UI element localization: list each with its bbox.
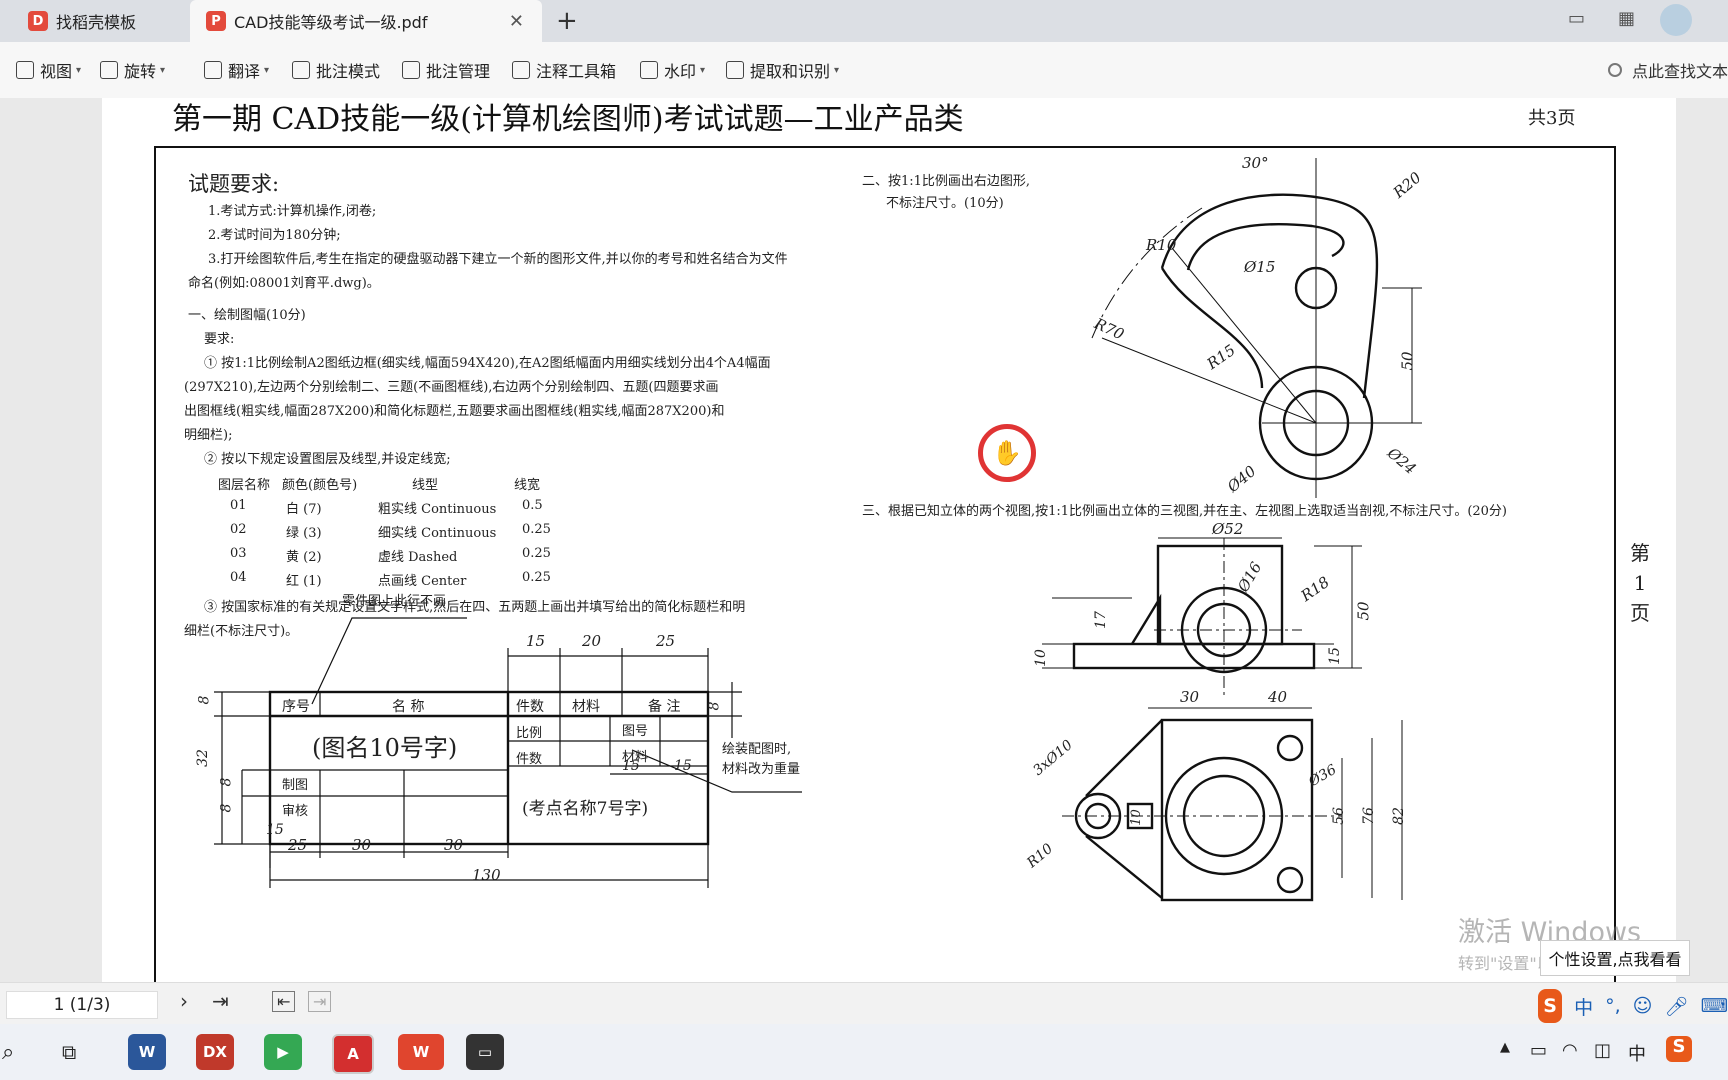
toolbar-label: 批注模式 <box>316 62 381 81</box>
tab-docer[interactable]: D 找稻壳模板 <box>0 0 190 42</box>
dim-label: 10 <box>1032 649 1049 667</box>
search-text-button[interactable]: 点此查找文本 <box>1607 58 1728 82</box>
toolbar: 视图 ▾ 旋转 ▾ 翻译 ▾ 批注模式 批注管理 注释工具箱 水印 ▾ 提取和识别 ▾ 点… <box>0 42 1728 99</box>
extract-icon <box>726 61 744 79</box>
dx-app-icon[interactable]: DX <box>196 1034 234 1070</box>
layout-icon[interactable]: ▭ <box>1568 8 1585 29</box>
dim-label: 15 <box>1326 647 1343 665</box>
sogou-icon[interactable]: S <box>1538 989 1563 1023</box>
search-label: 点此查找文本 <box>1631 62 1728 81</box>
dim-label: 17 <box>1092 611 1109 629</box>
autocad-app-icon[interactable]: A <box>332 1034 374 1074</box>
dim-label: 50 <box>1354 601 1373 621</box>
wifi-icon[interactable]: ◠ <box>1562 1040 1578 1061</box>
personalize-popup[interactable]: 个性设置,点我看看 <box>1540 940 1690 976</box>
grid-icon[interactable]: ▦ <box>1618 8 1635 29</box>
tab-bar: D 找稻壳模板 P CAD技能等级考试一级.pdf ✕ + ▭ ▦ <box>0 0 1728 42</box>
rotate-icon <box>100 61 118 79</box>
section3-drawing <box>1042 537 1403 902</box>
page-navigation: 1 (1/3) › ⇥ ⇤ ⇥ <box>0 982 1728 1025</box>
hand-cursor-icon: ✋ <box>978 424 1036 482</box>
watermark-icon <box>640 61 658 79</box>
toolbar-label: 视图 <box>40 62 73 81</box>
toolbar-view[interactable]: 视图 ▾ <box>16 58 81 82</box>
pdf-page: 第一期 CAD技能一级(计算机绘图师)考试试题—工业产品类 共3页 第 1 页 … <box>102 98 1676 982</box>
toolbar-label: 批注管理 <box>426 62 491 81</box>
video-app-icon[interactable]: ▭ <box>466 1034 504 1070</box>
avatar[interactable] <box>1660 4 1692 36</box>
dim-label: 76 <box>1360 807 1377 825</box>
volume-icon[interactable]: ◫ <box>1594 1040 1611 1061</box>
document-viewport[interactable]: 第一期 CAD技能一级(计算机绘图师)考试试题—工业产品类 共3页 第 1 页 … <box>0 98 1728 982</box>
tray-expand-icon[interactable]: ▲ <box>1500 1040 1510 1055</box>
mic-icon[interactable]: 🎤︎ <box>1664 995 1688 1018</box>
dim-label: 56 <box>1330 807 1347 825</box>
docer-icon: D <box>28 11 48 31</box>
toolbar-extract[interactable]: 提取和识别 ▾ <box>726 58 839 82</box>
toolbar-label: 注释工具箱 <box>536 62 617 81</box>
toolbar-toolbox[interactable]: 注释工具箱 <box>512 58 616 82</box>
emoji-icon[interactable]: ☺ <box>1633 995 1653 1017</box>
annotate-manage-icon <box>402 61 420 79</box>
punctuation-icon[interactable]: °, <box>1605 995 1621 1017</box>
toolbar-watermark[interactable]: 水印 ▾ <box>640 58 705 82</box>
keyboard-icon[interactable]: ⌨ <box>1701 995 1728 1017</box>
dim-label: 82 <box>1390 807 1407 825</box>
wps-app-icon[interactable]: W <box>398 1034 444 1070</box>
sogou-tray-icon[interactable]: S <box>1666 1036 1692 1062</box>
pdf-icon: P <box>206 11 226 31</box>
add-tab-icon[interactable]: + <box>556 6 578 36</box>
word-app-icon[interactable]: W <box>128 1034 166 1070</box>
view-icon <box>16 61 34 79</box>
search-icon[interactable]: ⌕ <box>2 1040 14 1065</box>
dim-label: 30 <box>1180 688 1200 706</box>
close-icon[interactable]: ✕ <box>509 11 524 32</box>
search-icon <box>1607 63 1622 77</box>
annotate-mode-icon <box>292 61 310 79</box>
toolbar-annotate-manage[interactable]: 批注管理 <box>402 58 490 82</box>
toolbox-icon <box>512 61 530 79</box>
toolbar-translate[interactable]: 翻译 ▾ <box>204 58 269 82</box>
fit-right-icon[interactable]: ⇥ <box>308 991 332 1012</box>
ime-toolbar: S 中 °, ☺ 🎤︎ ⌨ <box>1538 988 1728 1024</box>
tab-label: 找稻壳模板 <box>56 13 137 32</box>
battery-icon[interactable]: ▭ <box>1530 1040 1547 1061</box>
ime-language[interactable]: 中 <box>1574 993 1593 1020</box>
player-app-icon[interactable]: ▶ <box>264 1034 302 1070</box>
toolbar-annotate-mode[interactable]: 批注模式 <box>292 58 380 82</box>
toolbar-label: 旋转 <box>124 62 157 81</box>
dim-label: Ø52 <box>1212 520 1244 538</box>
toolbar-label: 提取和识别 <box>750 62 831 81</box>
translate-icon <box>204 61 222 79</box>
fit-left-icon[interactable]: ⇤ <box>272 991 296 1012</box>
tray-language[interactable]: 中 <box>1628 1040 1646 1066</box>
page-number-input[interactable]: 1 (1/3) <box>6 991 158 1019</box>
toolbar-rotate[interactable]: 旋转 ▾ <box>100 58 165 82</box>
toolbar-label: 翻译 <box>228 62 261 81</box>
taskbar: ⌕ ⧉ W DX ▶ A W ▭ ▲ ▭ ◠ ◫ 中 S <box>0 1024 1728 1080</box>
tab-pdf[interactable]: P CAD技能等级考试一级.pdf ✕ <box>190 0 542 42</box>
tab-label: CAD技能等级考试一级.pdf <box>234 13 428 32</box>
next-page-icon[interactable]: › <box>180 989 188 1013</box>
dim-label: 40 <box>1268 688 1288 706</box>
task-view-icon[interactable]: ⧉ <box>62 1040 76 1064</box>
dim-label: 10 <box>1128 809 1144 826</box>
toolbar-label: 水印 <box>664 62 697 81</box>
last-page-icon[interactable]: ⇥ <box>212 989 229 1013</box>
